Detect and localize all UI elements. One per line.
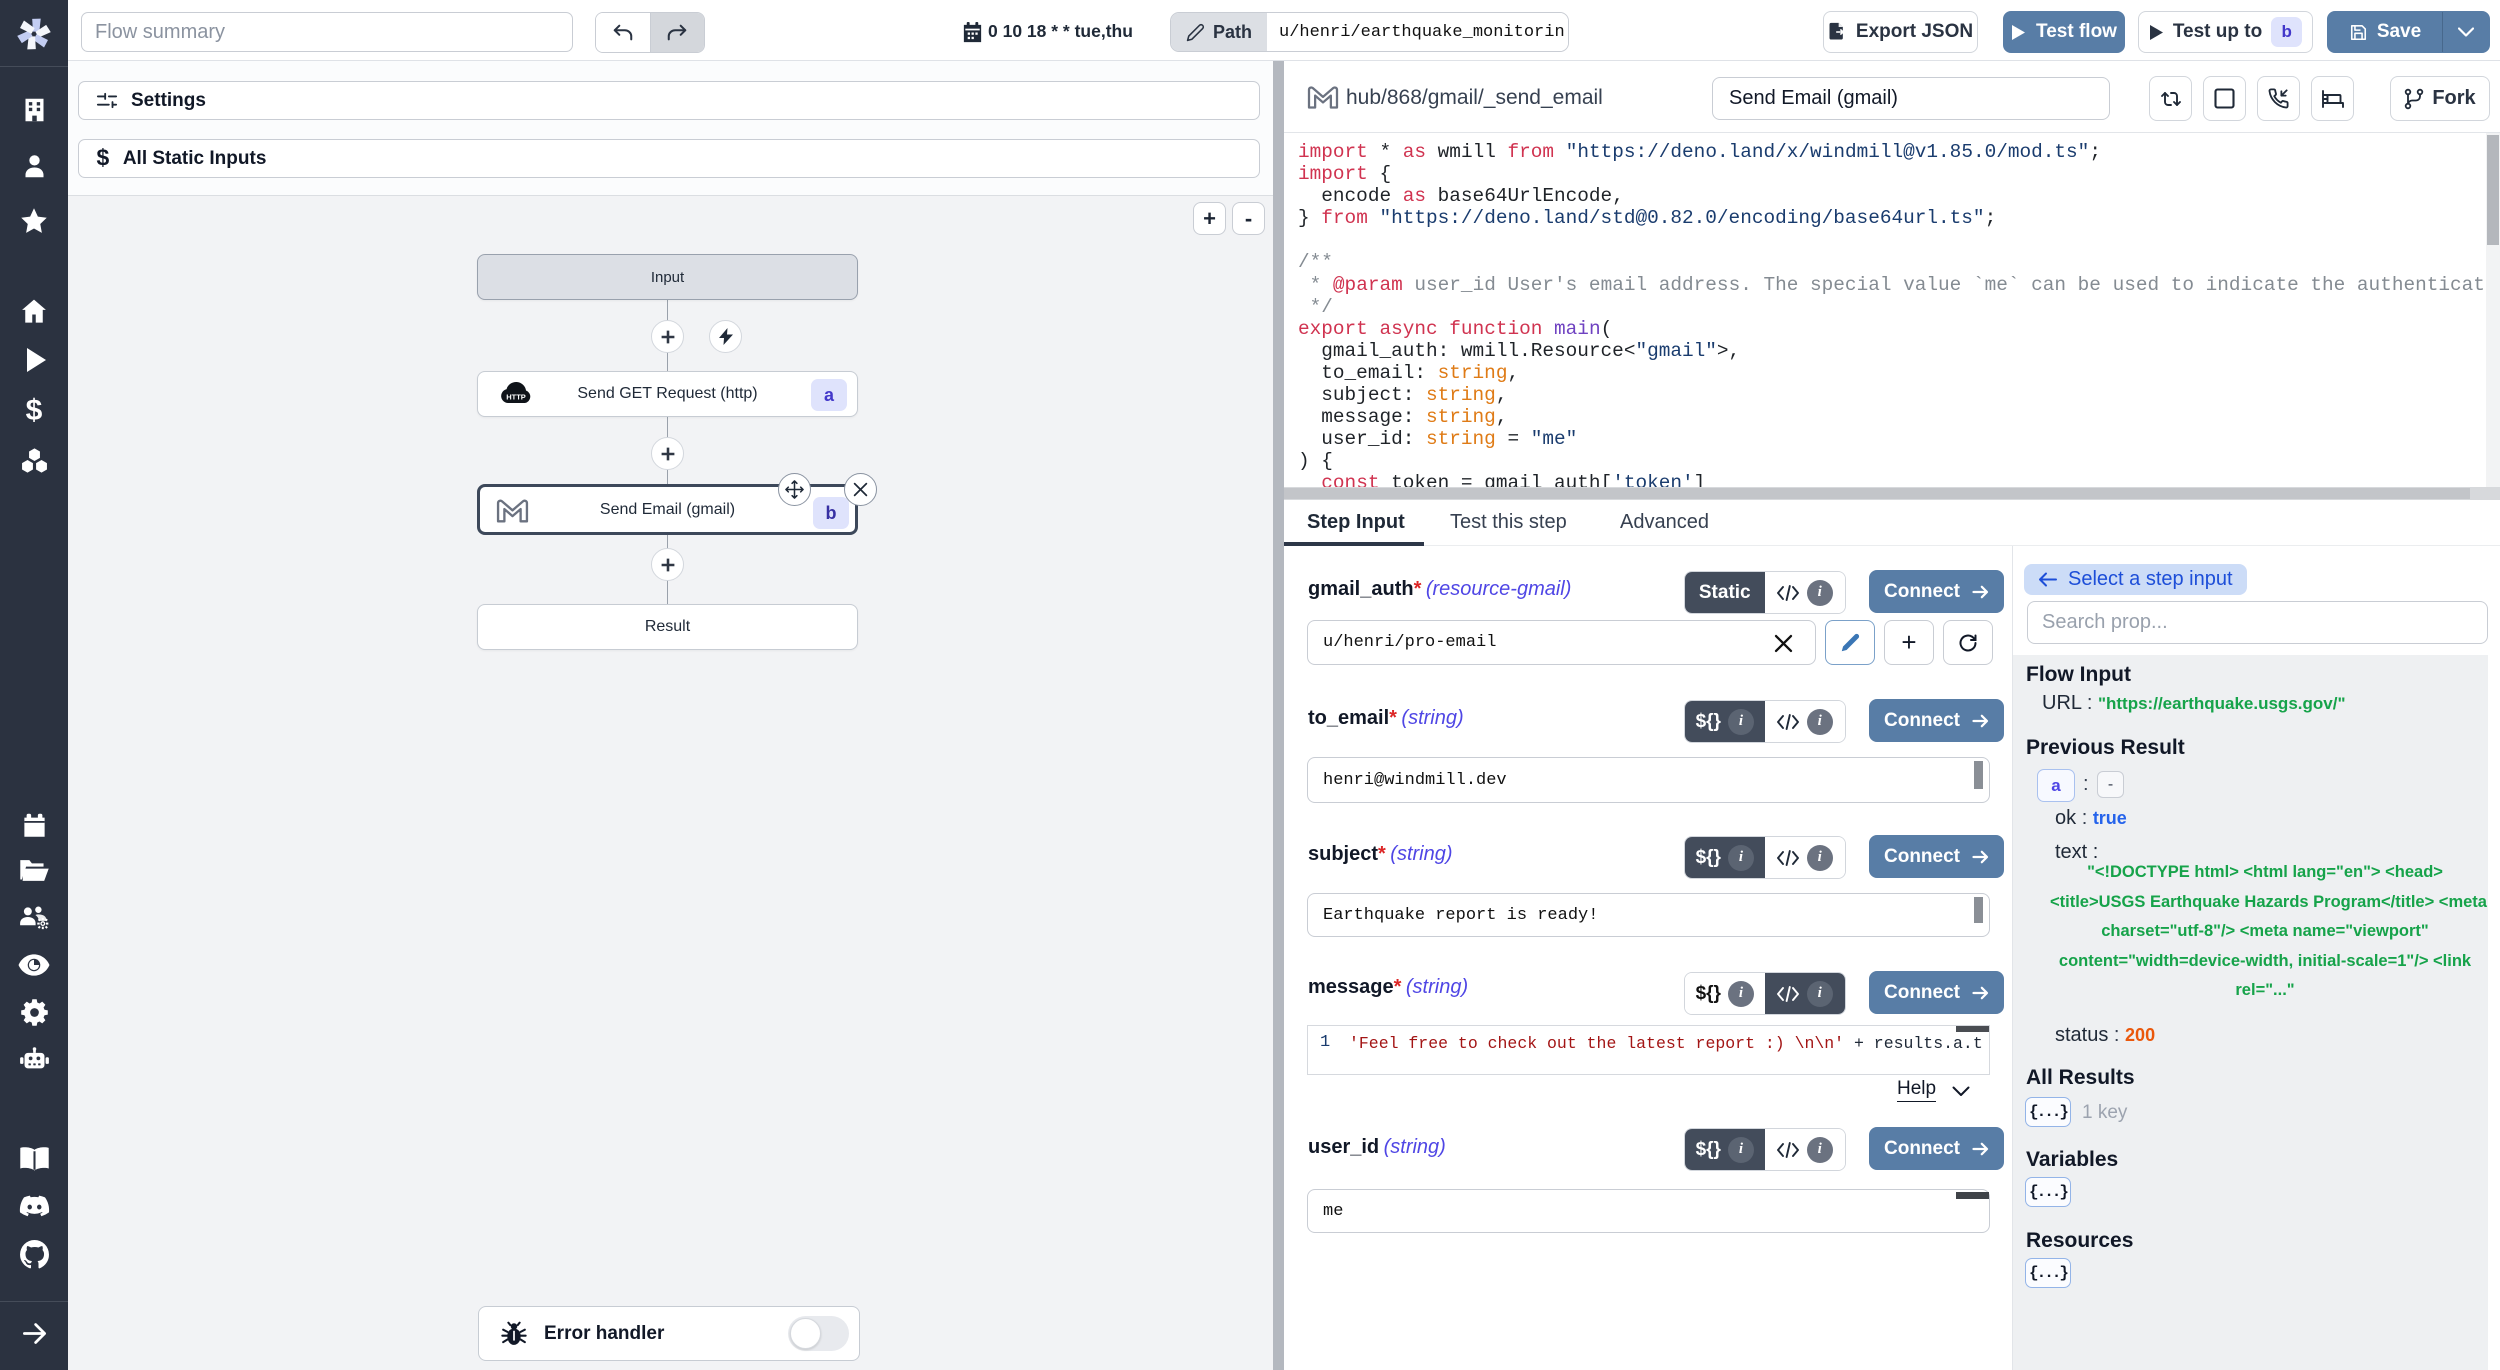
svg-text:HTTP: HTTP [506,393,526,402]
